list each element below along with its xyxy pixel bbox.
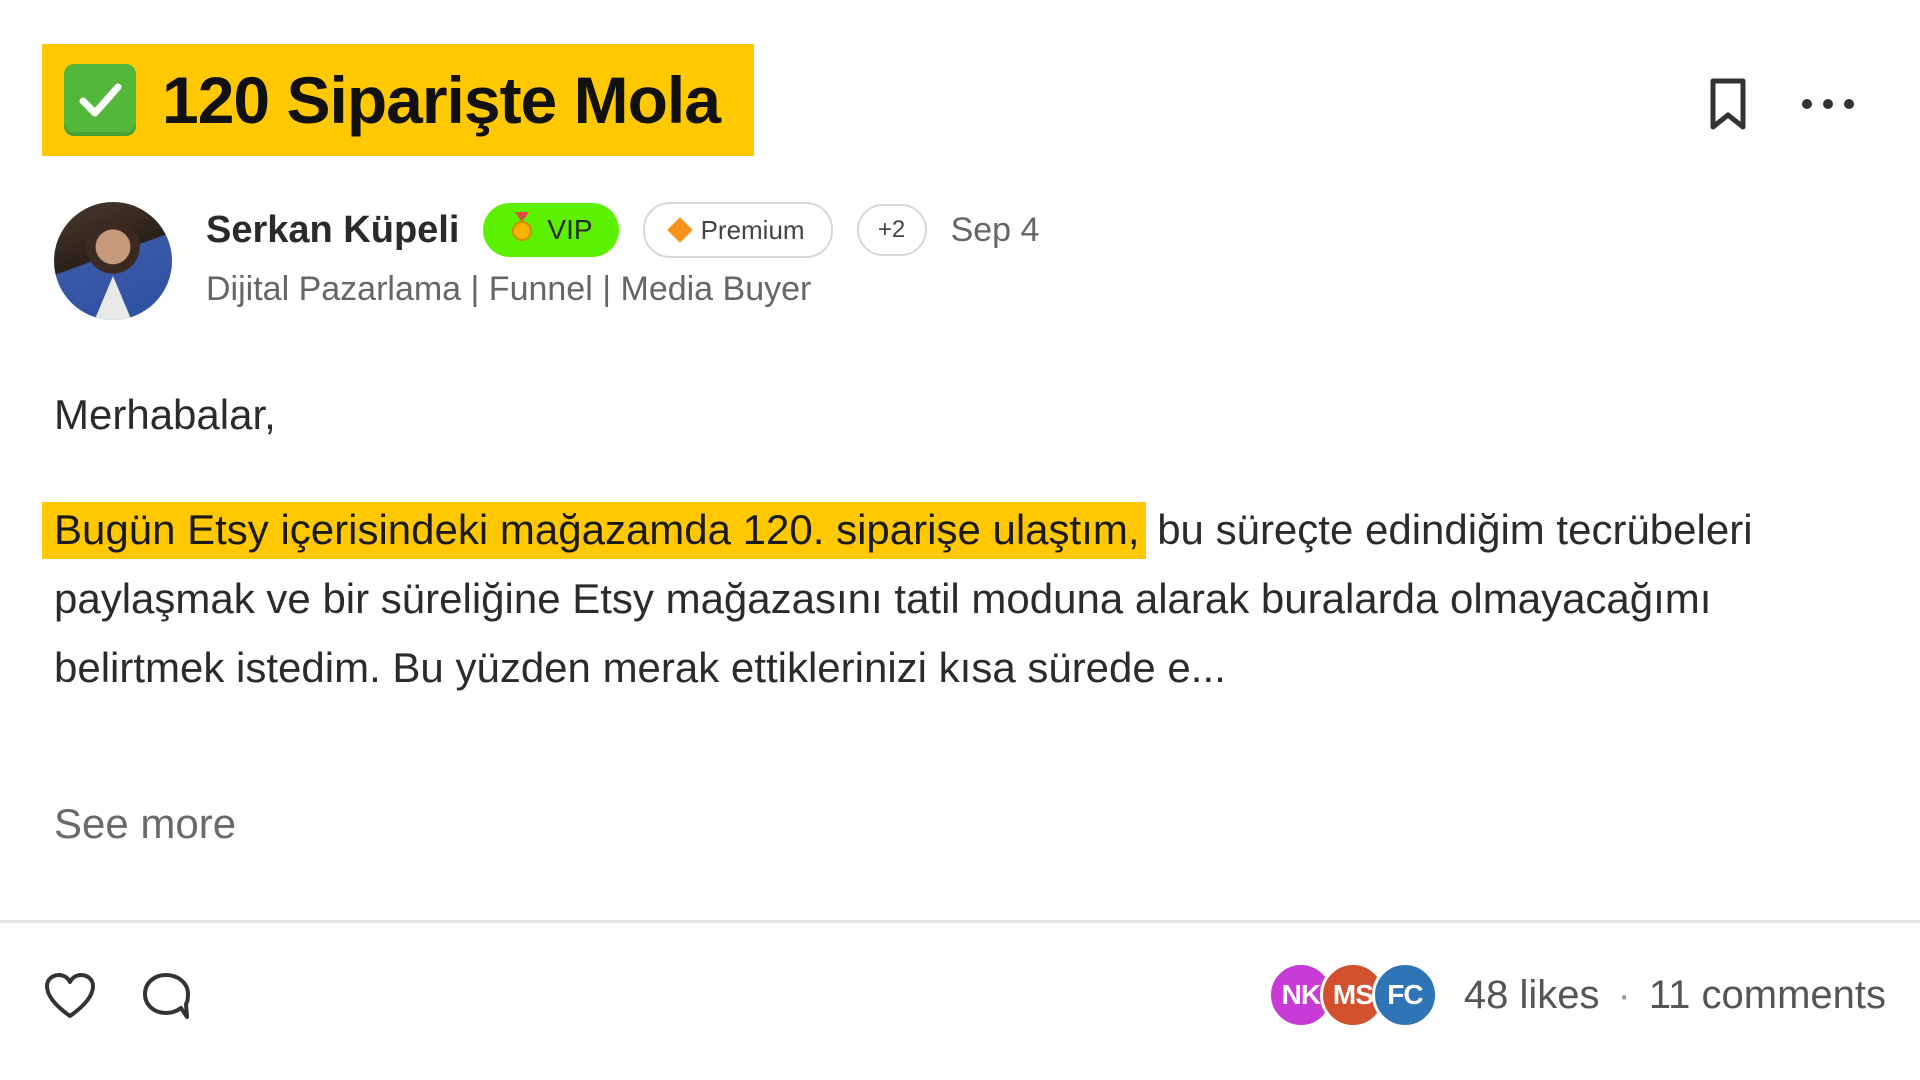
- more-badges-button[interactable]: +2: [856, 204, 927, 256]
- bookmark-icon[interactable]: [1708, 76, 1748, 132]
- post-paragraph: Bugün Etsy içerisindeki mağazamda 120. s…: [54, 495, 1834, 702]
- footer-divider: [0, 920, 1920, 923]
- post-title-bar: 120 Siparişte Mola: [42, 44, 754, 156]
- stats-separator: ·: [1617, 972, 1631, 1017]
- vip-badge[interactable]: VIP: [483, 203, 619, 257]
- comment-icon[interactable]: [140, 970, 192, 1022]
- author-bio: Dijital Pazarlama | Funnel | Media Buyer: [206, 270, 812, 308]
- author-name[interactable]: Serkan Küpeli: [206, 209, 459, 252]
- post-card: 120 Siparişte Mola Serkan Küpeli VIP Pre…: [0, 0, 1920, 1080]
- premium-badge[interactable]: Premium: [642, 202, 833, 258]
- medal-icon: [509, 211, 535, 249]
- premium-badge-label: Premium: [700, 214, 805, 245]
- liker-avatars[interactable]: NK MS FC: [1267, 962, 1438, 1028]
- vip-badge-label: VIP: [547, 214, 593, 245]
- diamond-icon: [666, 217, 693, 243]
- highlighted-text: Bugün Etsy içerisindeki mağazamda 120. s…: [54, 502, 1146, 559]
- post-title: 120 Siparişte Mola: [162, 63, 721, 137]
- post-greeting: Merhabalar,: [54, 391, 276, 438]
- likes-count[interactable]: 48 likes: [1464, 973, 1600, 1018]
- liker-avatar: FC: [1371, 962, 1438, 1028]
- author-avatar[interactable]: [54, 202, 172, 320]
- more-horizontal-icon[interactable]: [1800, 97, 1856, 111]
- comments-count[interactable]: 11 comments: [1649, 973, 1886, 1018]
- post-date[interactable]: Sep 4: [951, 211, 1040, 250]
- check-mark-button-icon: [64, 64, 136, 136]
- post-body: Merhabalar, Bugün Etsy içerisindeki mağa…: [54, 380, 1834, 702]
- see-more-link[interactable]: See more: [54, 800, 236, 848]
- heart-icon[interactable]: [44, 972, 96, 1020]
